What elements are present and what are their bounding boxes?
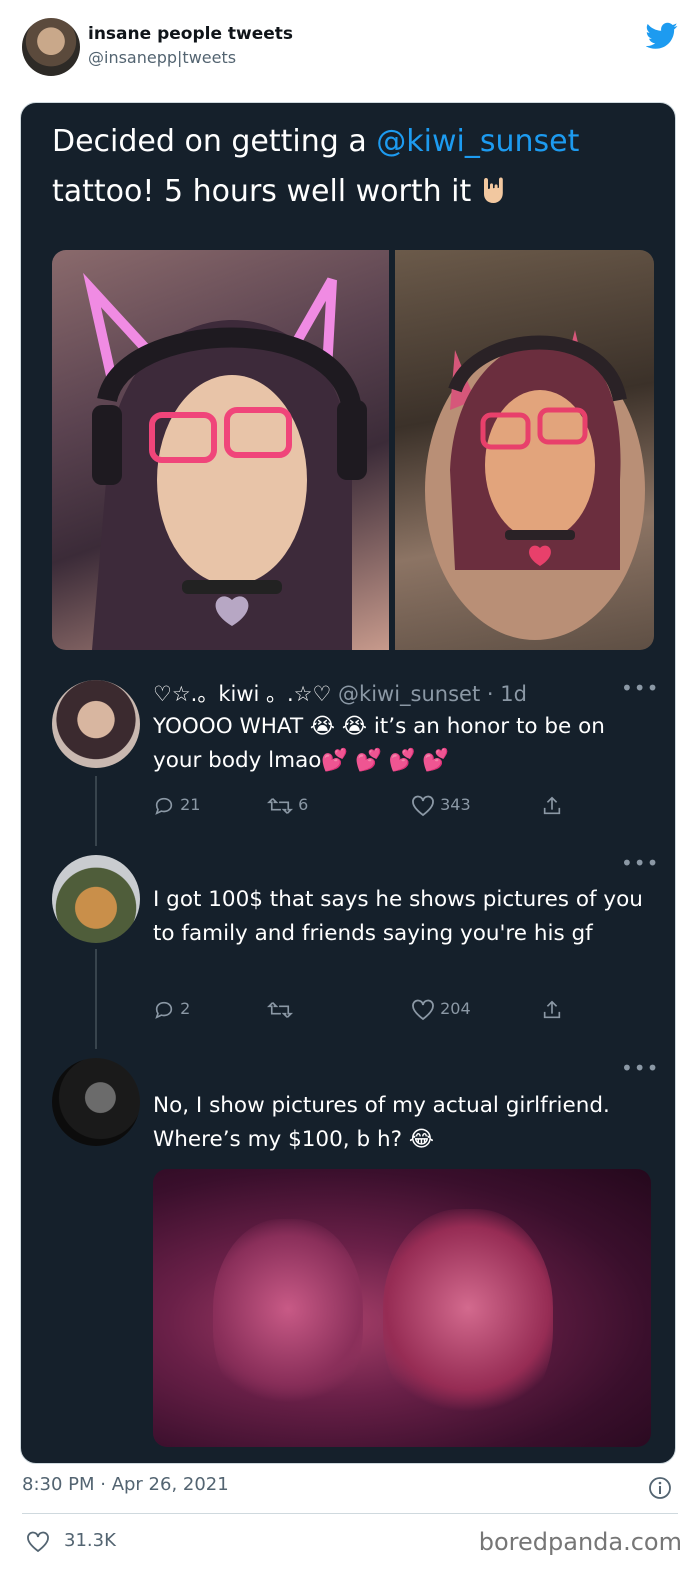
thread-line-2 [95,949,97,1049]
share-button-2[interactable] [541,996,563,1022]
reply-button-2[interactable]: 2 [153,996,190,1022]
reply-text-2: I got 100$ that says he shows pictures o… [153,887,643,946]
reply-button[interactable]: 21 [153,792,200,818]
reply-author-name[interactable]: ♡☆.。kiwi 。.☆♡ [153,682,331,706]
tweet-header: insane people tweets @insanepp|tweets [22,18,682,78]
twitter-bird-icon[interactable] [646,22,678,50]
author-avatar[interactable] [22,18,80,76]
reply-text-3: No, I show pictures of my actual girlfri… [153,1093,610,1152]
reply-avatar-guy[interactable] [52,1058,140,1146]
like-button[interactable]: 343 [411,792,471,818]
mention-link[interactable]: @kiwi_sunset [376,124,579,159]
reply-actions: 21 6 343 [153,792,573,818]
photo-person-left [213,1219,363,1419]
author-name[interactable]: insane people tweets [88,24,293,44]
comment-count: 21 [180,795,201,814]
retweet-button-2[interactable] [267,996,293,1022]
retweet-count: 6 [298,795,309,814]
heart-icon [412,795,434,816]
tweet-text-start: Decided on getting a [52,124,377,159]
retweet-button[interactable]: 6 [267,792,308,818]
footer-divider [22,1513,678,1514]
reply-meta: ♡☆.。kiwi 。.☆♡ @kiwi_sunset · 1d [153,678,527,708]
reply-actions-2: 2 204 [153,996,573,1022]
author-handle[interactable]: @insanepp|tweets [88,48,236,67]
reply-avatar-kiwi[interactable] [52,680,140,768]
comment-icon [155,1001,173,1019]
like-count-2: 204 [440,999,471,1018]
reply-couple-photo[interactable] [153,1169,651,1447]
like-button-2[interactable]: 204 [411,996,471,1022]
tweet-photo-pair[interactable] [52,250,654,650]
info-icon[interactable] [648,1476,672,1500]
photo-person-right [383,1209,553,1429]
comment-icon [155,797,173,815]
tweet-date[interactable]: 8:30 PM · Apr 26, 2021 [22,1474,229,1495]
share-button[interactable] [541,792,563,818]
rock-on-hand-icon [483,177,503,203]
share-icon [543,1000,561,1018]
more-options-icon-3[interactable]: ••• [621,1056,659,1080]
retweet-icon [267,1001,293,1018]
tweet-text-end: tattoo! 5 hours well worth it [52,174,472,209]
tattoo-photo[interactable] [395,250,654,650]
like-count: 343 [440,795,471,814]
retweet-icon [267,797,293,814]
tattoo-illustration [425,330,645,640]
share-icon [543,796,561,814]
comment-count-2: 2 [180,999,191,1018]
reply-text: YOOOO WHAT 😭 😭 it’s an honor to be on yo… [153,714,605,773]
selfie-illustration [83,272,367,650]
selfie-photo[interactable] [52,250,389,650]
reply-avatar-soldier-cat[interactable] [52,855,140,943]
watermark: boredpanda.com [478,1528,682,1556]
tweet-like-count[interactable]: 31.3K [64,1530,116,1551]
screenshot-tweet-text: Decided on getting a @kiwi_sunset tattoo… [52,117,652,217]
heart-icon[interactable] [26,1531,50,1553]
reply-author-handle[interactable]: @kiwi_sunset [338,682,480,706]
thread-line [95,776,97,846]
more-options-icon[interactable]: ••• [621,676,659,700]
reply-time: · 1d [486,682,527,706]
embedded-screenshot: Decided on getting a @kiwi_sunset tattoo… [20,102,676,1464]
more-options-icon-2[interactable]: ••• [621,851,659,875]
heart-icon [412,999,434,1020]
